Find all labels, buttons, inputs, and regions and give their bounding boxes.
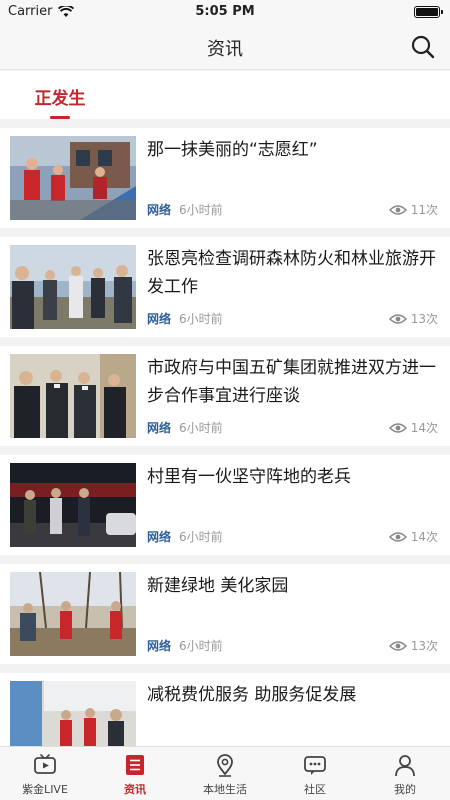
page-title: 资讯 bbox=[207, 39, 243, 60]
bottom-tab-bar: 紫金LIVE 资讯 本地生活 社区 我的 bbox=[0, 746, 450, 800]
news-views: 13次 bbox=[388, 310, 438, 327]
eye-icon bbox=[388, 531, 407, 542]
nav-item-community[interactable]: 社区 bbox=[270, 747, 360, 800]
tv-icon bbox=[34, 754, 56, 774]
news-time: 6小时前 bbox=[179, 639, 223, 653]
news-source: 网络 bbox=[147, 203, 172, 217]
nav-label: 我的 bbox=[394, 783, 416, 796]
news-meta: 网络 6小时前 bbox=[147, 310, 223, 327]
news-title: 张恩亮检查调研森林防火和林业旅游开发工作 bbox=[147, 249, 436, 297]
news-title: 新建绿地 美化家园 bbox=[147, 576, 289, 596]
search-button[interactable] bbox=[410, 34, 436, 60]
news-thumbnail bbox=[10, 136, 136, 220]
status-time: 5:05 PM bbox=[195, 4, 255, 19]
nav-label: 资讯 bbox=[124, 783, 146, 796]
news-item[interactable]: 减税费优服务 助服务促发展 bbox=[0, 673, 450, 748]
news-thumbnail bbox=[10, 681, 136, 748]
nav-item-local-life[interactable]: 本地生活 bbox=[180, 747, 270, 800]
news-icon bbox=[126, 755, 144, 775]
eye-icon bbox=[388, 313, 407, 324]
eye-icon bbox=[388, 640, 407, 651]
view-count: 14次 bbox=[410, 421, 438, 435]
news-thumbnail bbox=[10, 354, 136, 438]
nav-item-news[interactable]: 资讯 bbox=[90, 747, 180, 800]
view-count: 13次 bbox=[410, 312, 438, 326]
news-title: 村里有一伙坚守阵地的老兵 bbox=[147, 467, 351, 487]
news-title: 市政府与中国五矿集团就推进双方进一步合作事宜进行座谈 bbox=[147, 358, 436, 406]
nav-label: 社区 bbox=[304, 783, 326, 796]
chat-icon bbox=[304, 756, 326, 775]
news-meta: 网络 6小时前 bbox=[147, 528, 223, 545]
news-views: 11次 bbox=[388, 201, 438, 218]
nav-item-mine[interactable]: 我的 bbox=[360, 747, 450, 800]
battery-cap bbox=[441, 10, 443, 14]
search-icon bbox=[411, 35, 435, 59]
eye-icon bbox=[388, 422, 407, 433]
news-meta: 网络 6小时前 bbox=[147, 637, 223, 654]
news-title: 那一抹美丽的“志愿红” bbox=[147, 140, 318, 160]
news-thumbnail bbox=[10, 572, 136, 656]
news-title: 减税费优服务 助服务促发展 bbox=[147, 685, 357, 705]
news-item[interactable]: 那一抹美丽的“志愿红” 网络 6小时前 11次 bbox=[0, 128, 450, 228]
news-source: 网络 bbox=[147, 639, 172, 653]
nav-bar: 资讯 bbox=[0, 24, 450, 70]
news-time: 6小时前 bbox=[179, 530, 223, 544]
news-source: 网络 bbox=[147, 530, 172, 544]
news-source: 网络 bbox=[147, 421, 172, 435]
news-thumbnail bbox=[10, 463, 136, 547]
nav-label: 本地生活 bbox=[203, 783, 247, 796]
location-icon bbox=[217, 754, 233, 777]
view-count: 11次 bbox=[410, 203, 438, 217]
news-meta: 网络 6小时前 bbox=[147, 419, 223, 436]
news-meta: 网络 6小时前 bbox=[147, 201, 223, 218]
news-item[interactable]: 村里有一伙坚守阵地的老兵 网络 6小时前 14次 bbox=[0, 455, 450, 555]
tab-active-indicator bbox=[50, 116, 70, 119]
news-item[interactable]: 新建绿地 美化家园 网络 6小时前 13次 bbox=[0, 564, 450, 664]
view-count: 13次 bbox=[410, 639, 438, 653]
category-tab-bar: 正发生 bbox=[0, 71, 450, 119]
tab-happening-now[interactable]: 正发生 bbox=[22, 71, 98, 119]
news-views: 13次 bbox=[388, 637, 438, 654]
tab-label: 正发生 bbox=[34, 89, 86, 109]
battery-icon bbox=[414, 6, 443, 18]
news-item[interactable]: 市政府与中国五矿集团就推进双方进一步合作事宜进行座谈 网络 6小时前 14次 bbox=[0, 346, 450, 446]
news-views: 14次 bbox=[388, 419, 438, 436]
battery-fill bbox=[416, 8, 438, 16]
status-bar: Carrier 5:05 PM bbox=[0, 0, 450, 24]
news-time: 6小时前 bbox=[179, 203, 223, 217]
view-count: 14次 bbox=[410, 530, 438, 544]
eye-icon bbox=[388, 204, 407, 215]
news-source: 网络 bbox=[147, 312, 172, 326]
news-time: 6小时前 bbox=[179, 312, 223, 326]
news-thumbnail bbox=[10, 245, 136, 329]
person-icon bbox=[395, 755, 415, 777]
news-views: 14次 bbox=[388, 528, 438, 545]
nav-label: 紫金LIVE bbox=[22, 783, 68, 796]
news-feed[interactable]: 那一抹美丽的“志愿红” 网络 6小时前 11次 张恩亮检查调研森林防火和林业旅游… bbox=[0, 128, 450, 748]
news-time: 6小时前 bbox=[179, 421, 223, 435]
news-item[interactable]: 张恩亮检查调研森林防火和林业旅游开发工作 网络 6小时前 13次 bbox=[0, 237, 450, 337]
nav-item-zijin-live[interactable]: 紫金LIVE bbox=[0, 747, 90, 800]
